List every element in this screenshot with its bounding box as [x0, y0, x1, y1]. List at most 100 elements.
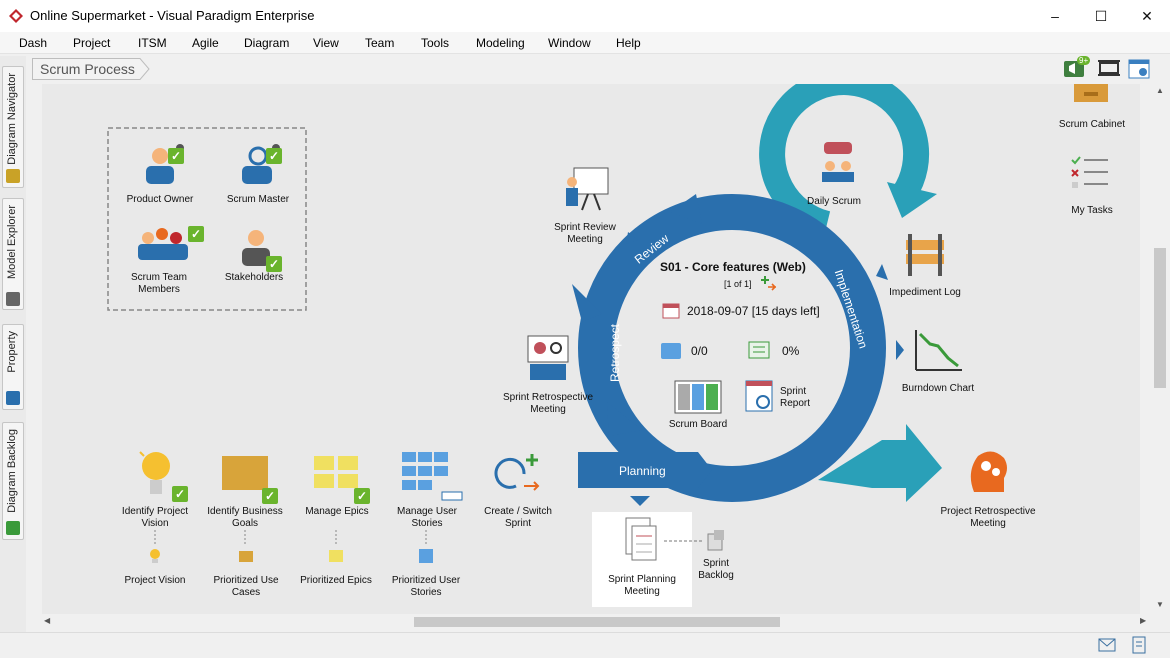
- minimize-button[interactable]: –: [1032, 0, 1078, 32]
- create-switch-sprint-label[interactable]: Create / Switch Sprint: [470, 506, 566, 530]
- scrum-board-label[interactable]: Scrum Board: [662, 419, 734, 431]
- sprint-title[interactable]: S01 - Core features (Web): [660, 261, 820, 273]
- checked-icon: ✓: [168, 148, 184, 164]
- scrum-cabinet-label[interactable]: Scrum Cabinet: [1052, 119, 1132, 131]
- menu-project[interactable]: Project: [73, 36, 110, 50]
- menu-tools[interactable]: Tools: [421, 36, 449, 50]
- identify-business-goals-label[interactable]: Identify Business Goals: [200, 506, 290, 530]
- tab-diagram-navigator[interactable]: Diagram Navigator: [2, 66, 24, 188]
- my-tasks-label[interactable]: My Tasks: [1052, 205, 1132, 217]
- vertical-scrollbar[interactable]: ▲ ▼: [1152, 84, 1168, 614]
- stakeholders-label[interactable]: Stakeholders: [214, 272, 294, 284]
- scroll-right-icon[interactable]: ▶: [1140, 616, 1146, 625]
- manage-epics-label[interactable]: Manage Epics: [292, 506, 382, 518]
- scroll-down-icon[interactable]: ▼: [1156, 600, 1164, 609]
- impediment-log-label[interactable]: Impediment Log: [880, 287, 970, 299]
- sprint-retrospective-meeting-icon[interactable]: [526, 334, 570, 382]
- sprint-counter: [1 of 1]: [724, 279, 752, 289]
- calendar-icon: [662, 301, 680, 319]
- menu-itsm[interactable]: ITSM: [138, 36, 167, 50]
- visual-paradigm-logo-icon: [9, 9, 23, 23]
- menu-help[interactable]: Help: [616, 36, 641, 50]
- menu-diagram[interactable]: Diagram: [244, 36, 289, 50]
- scrum-team-label[interactable]: Scrum Team Members: [114, 272, 204, 296]
- impediment-log-icon[interactable]: [900, 234, 950, 276]
- tab-diagram-backlog[interactable]: Diagram Backlog: [2, 422, 24, 540]
- manage-user-stories-label[interactable]: Manage User Stories: [382, 506, 472, 530]
- burndown-chart-icon[interactable]: [914, 328, 964, 372]
- menu-dash[interactable]: Dash: [19, 36, 47, 50]
- sprint-retrospective-meeting-label[interactable]: Sprint Retrospective Meeting: [498, 392, 598, 416]
- menu-view[interactable]: View: [313, 36, 339, 50]
- vertical-scroll-thumb[interactable]: [1154, 248, 1166, 388]
- fit-diagram-icon[interactable]: [1098, 58, 1120, 78]
- close-button[interactable]: ✕: [1124, 0, 1170, 32]
- scrum-cabinet-icon[interactable]: [1072, 84, 1110, 104]
- checked-icon: ✓: [172, 486, 188, 502]
- prioritized-user-stories-label[interactable]: Prioritized User Stories: [386, 575, 466, 599]
- checked-icon: ✓: [266, 256, 282, 272]
- sprint-planning-meeting-icon[interactable]: [620, 516, 662, 564]
- create-switch-sprint-icon[interactable]: [494, 452, 542, 496]
- project-retrospective-meeting-label[interactable]: Project Retrospective Meeting: [934, 506, 1042, 530]
- prioritized-epics-icon[interactable]: [328, 548, 344, 564]
- horizontal-scroll-thumb[interactable]: [414, 617, 780, 627]
- document-icon[interactable]: [1132, 636, 1148, 654]
- menu-team[interactable]: Team: [365, 36, 394, 50]
- tab-property[interactable]: Property: [2, 324, 24, 410]
- window-title: Online Supermarket - Visual Paradigm Ent…: [30, 8, 315, 23]
- diagram-graphics: [107, 84, 942, 607]
- prioritized-epics-label[interactable]: Prioritized Epics: [296, 575, 376, 587]
- identify-business-goals-icon[interactable]: ✓: [222, 454, 280, 506]
- scrum-master-label[interactable]: Scrum Master: [218, 194, 298, 206]
- backlog-icon: [6, 521, 20, 535]
- prioritized-use-cases-label[interactable]: Prioritized Use Cases: [206, 575, 286, 599]
- daily-scrum-icon[interactable]: [816, 140, 860, 184]
- daily-scrum-label[interactable]: Daily Scrum: [794, 196, 874, 208]
- scrum-master-icon[interactable]: ✓: [236, 140, 282, 186]
- sprint-review-meeting-icon[interactable]: [562, 166, 610, 212]
- sprint-report-label[interactable]: Sprint Report: [780, 386, 816, 410]
- property-icon: [6, 391, 20, 405]
- stakeholders-icon[interactable]: ✓: [236, 224, 282, 272]
- sprint-backlog-label[interactable]: Sprint Backlog: [688, 558, 744, 582]
- menu-agile[interactable]: Agile: [192, 36, 219, 50]
- scrum-board-icon[interactable]: [674, 380, 722, 414]
- sprint-backlog-icon[interactable]: [706, 530, 726, 552]
- tab-label: Diagram Navigator: [6, 73, 18, 165]
- my-tasks-icon[interactable]: [1070, 154, 1110, 192]
- identify-project-vision-icon[interactable]: ✓: [134, 448, 190, 504]
- sprint-planning-meeting-label[interactable]: Sprint Planning Meeting: [596, 574, 688, 598]
- left-panel-tabs: Diagram Navigator Model Explorer Propert…: [0, 56, 26, 658]
- maximize-button[interactable]: ☐: [1078, 0, 1124, 32]
- project-retrospective-meeting-icon[interactable]: [964, 448, 1012, 496]
- sprint-review-meeting-label[interactable]: Sprint Review Meeting: [540, 222, 630, 246]
- breadcrumb[interactable]: Scrum Process: [32, 58, 150, 80]
- prioritized-use-cases-icon[interactable]: [238, 548, 254, 564]
- identify-project-vision-label[interactable]: Identify Project Vision: [110, 506, 200, 530]
- breadcrumb-label: Scrum Process: [40, 61, 135, 77]
- layout-icon[interactable]: [1128, 58, 1150, 79]
- scroll-left-icon[interactable]: ◀: [44, 616, 50, 625]
- product-owner-label[interactable]: Product Owner: [120, 194, 200, 206]
- checked-icon: ✓: [354, 488, 370, 504]
- mail-icon[interactable]: [1098, 638, 1116, 652]
- notification-icon[interactable]: 9+: [1063, 56, 1091, 78]
- scroll-up-icon[interactable]: ▲: [1156, 86, 1164, 95]
- tab-model-explorer[interactable]: Model Explorer: [2, 198, 24, 310]
- sprint-date: 2018-09-07 [15 days left]: [687, 304, 820, 318]
- menu-modeling[interactable]: Modeling: [476, 36, 525, 50]
- menu-window[interactable]: Window: [548, 36, 591, 50]
- manage-epics-icon[interactable]: ✓: [314, 454, 372, 506]
- sprint-report-icon[interactable]: [745, 380, 775, 414]
- add-sprint-icon[interactable]: [760, 274, 778, 292]
- diagram-canvas[interactable]: Review Implementation Retrospect Plannin…: [42, 84, 1140, 614]
- prioritized-user-stories-icon[interactable]: [418, 548, 434, 564]
- project-vision-icon[interactable]: [148, 548, 162, 564]
- product-owner-icon[interactable]: ✓: [138, 140, 184, 186]
- horizontal-scrollbar[interactable]: ◀ ▶: [42, 614, 1152, 630]
- scrum-team-icon[interactable]: ✓: [136, 222, 206, 262]
- manage-user-stories-icon[interactable]: [402, 452, 464, 504]
- project-vision-label[interactable]: Project Vision: [120, 575, 190, 587]
- burndown-chart-label[interactable]: Burndown Chart: [890, 383, 986, 395]
